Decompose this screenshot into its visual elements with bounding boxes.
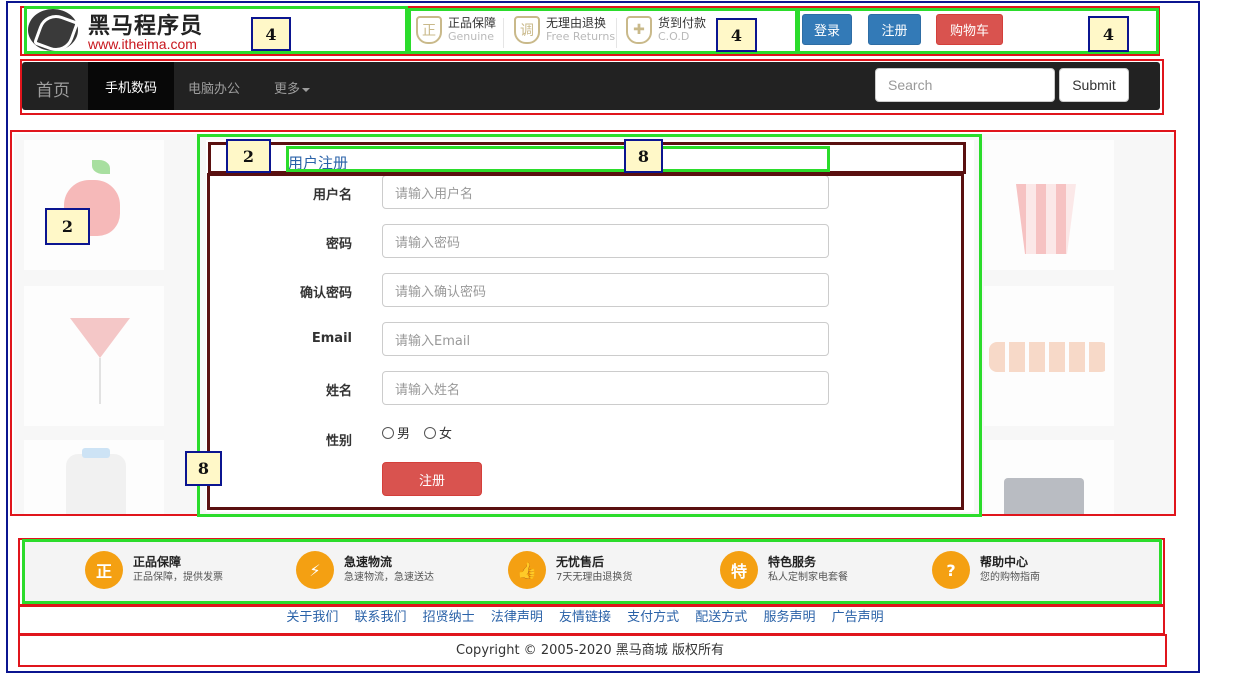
outline-features-inner — [22, 539, 1162, 604]
outline-navbar — [20, 59, 1164, 115]
outline-links — [18, 605, 1165, 635]
annotation-tag: 4 — [251, 17, 291, 51]
annotation-tag: 4 — [1088, 16, 1129, 52]
annotation-tag: 8 — [624, 139, 663, 173]
outline-form-body — [207, 173, 964, 510]
outline-copyright — [18, 634, 1167, 667]
outline-form-title-text — [286, 146, 830, 172]
annotation-tag: 2 — [45, 208, 90, 245]
annotation-tag: 4 — [716, 18, 757, 52]
annotation-tag: 2 — [226, 139, 271, 173]
outline-logo — [24, 6, 408, 54]
annotation-tag: 8 — [185, 451, 222, 486]
